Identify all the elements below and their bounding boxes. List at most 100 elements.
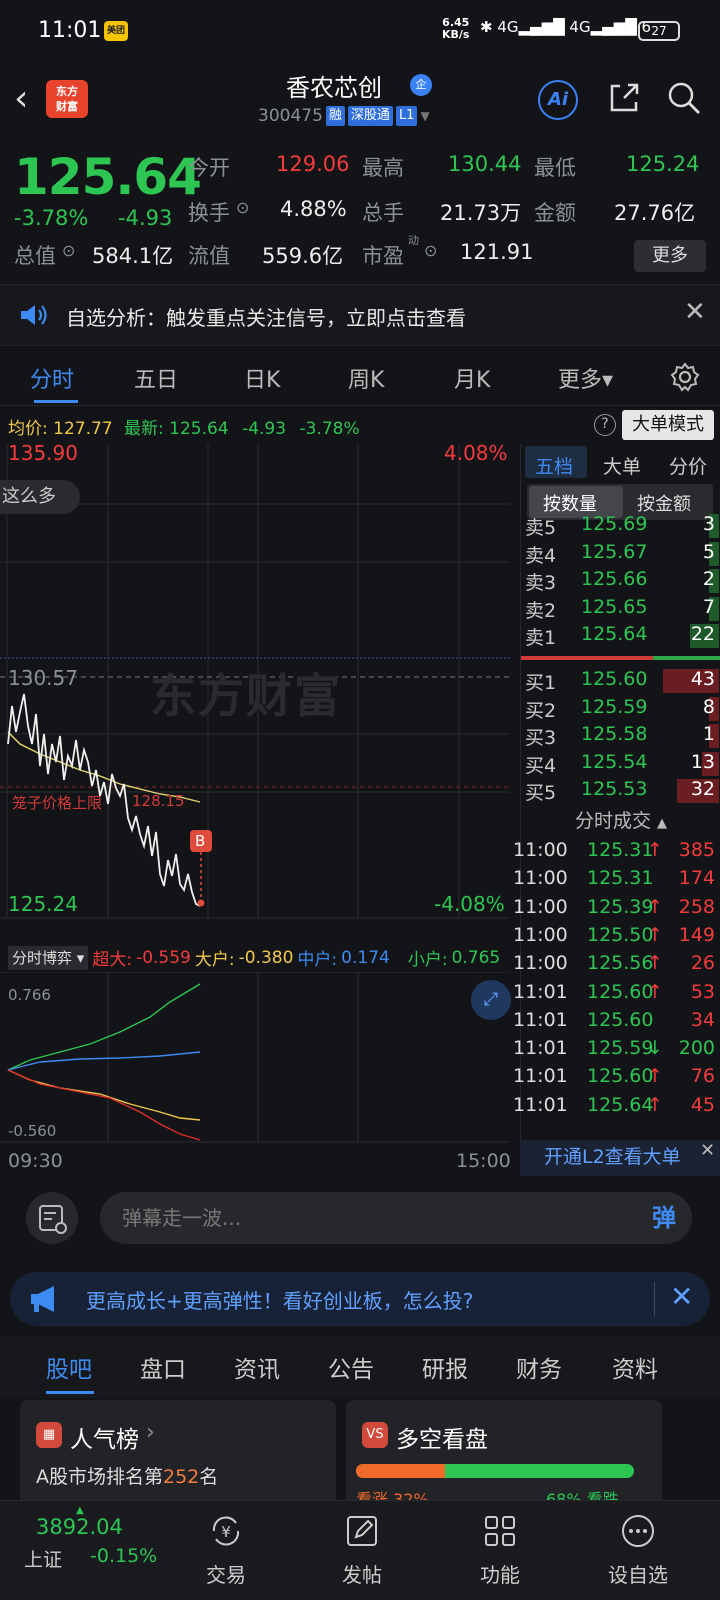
back-icon[interactable]: ‹: [14, 78, 28, 119]
tab-five-levels[interactable]: 五档: [535, 452, 573, 479]
cage-limit-value: 128.15: [132, 792, 185, 810]
index-quote[interactable]: ▲ 3892.04 上证 -0.15%: [0, 1501, 157, 1600]
barrage-chip[interactable]: 这么多: [0, 480, 80, 514]
tab-forum[interactable]: 股吧: [46, 1350, 92, 1384]
info-icon[interactable]: ⊙: [62, 241, 75, 260]
bid-level-row[interactable]: 买2 125.59 8: [521, 696, 720, 723]
trade-price: 125.59: [587, 1037, 654, 1060]
ask-level-label: 卖2: [525, 599, 557, 622]
nav-functions[interactable]: 功能: [428, 1501, 572, 1600]
help-icon[interactable]: ?: [594, 414, 616, 436]
popularity-card[interactable]: ▦ 人气榜 › A股市场排名第252名: [20, 1400, 336, 1510]
notice-bar[interactable]: 自选分析：触发重点关注信号，立即点击查看 ✕: [0, 284, 720, 346]
market-cap-value: 584.1亿: [92, 244, 174, 268]
tab-five-day[interactable]: 五日: [134, 362, 178, 394]
latest-value: 125.64: [169, 419, 229, 439]
tab-monthly-k[interactable]: 月K: [454, 362, 490, 394]
ask-level-row[interactable]: 卖5 125.69 3: [521, 513, 720, 540]
tab-level[interactable]: 盘口: [140, 1350, 186, 1384]
trade-price: 125.39: [587, 895, 654, 918]
market-cap-label[interactable]: 总值: [14, 240, 56, 270]
popularity-sub-suffix: 名: [199, 1466, 219, 1488]
barrage-bar: 弹幕走一波... 弹: [0, 1176, 720, 1266]
ai-button[interactable]: Ai: [538, 80, 578, 120]
trades-title-text: 分时成交: [574, 810, 651, 832]
bid-level-row[interactable]: 买1 125.60 43: [521, 668, 720, 695]
ask-level-price: 125.65: [581, 595, 648, 618]
barrage-input[interactable]: 弹幕走一波...: [100, 1192, 692, 1244]
stock-code-row[interactable]: 300475 融 深股通 L1 ▼: [258, 106, 430, 126]
tab-intraday[interactable]: 分时: [30, 362, 74, 394]
trade-direction: ↑: [647, 980, 663, 1003]
brand-logo: 东方 财富: [46, 80, 88, 118]
tab-research[interactable]: 研报: [422, 1350, 468, 1384]
share-icon[interactable]: [606, 80, 642, 116]
ask-level-volume: 22: [690, 623, 715, 645]
trade-time: 11:01: [513, 1065, 568, 1088]
nav-post[interactable]: 发帖: [290, 1501, 434, 1600]
open-label: 今开: [188, 156, 230, 180]
ask-level-row[interactable]: 卖1 125.64 22: [521, 623, 720, 650]
bid-level-label: 买1: [525, 672, 557, 694]
megaphone-icon: [31, 1286, 54, 1312]
pe-label[interactable]: 市盈: [362, 240, 404, 270]
ask-level-volume: 2: [702, 568, 715, 590]
bid-level-row[interactable]: 买5 125.53 32: [521, 778, 720, 805]
tab-weekly-k[interactable]: 周K: [348, 362, 384, 394]
trade-direction: ↓: [647, 1037, 663, 1060]
promo-banner[interactable]: 更高成长+更高弹性！看好创业板，怎么投? ✕: [10, 1272, 710, 1326]
trade-volume: 26: [690, 952, 715, 975]
ask-level-row[interactable]: 卖3 125.66 2: [521, 568, 720, 595]
nav-add-watchlist[interactable]: 设自选: [566, 1501, 710, 1600]
bid-level-row[interactable]: 买3 125.58 1: [521, 723, 720, 750]
nav-add-watchlist-label: 设自选: [608, 1563, 668, 1587]
nav-trade[interactable]: ¥ 交易: [154, 1501, 298, 1600]
large-value: -0.380: [238, 947, 294, 968]
versus-icon: VS: [362, 1422, 388, 1448]
ask-level-row[interactable]: 卖2 125.65 7: [521, 596, 720, 623]
info-icon[interactable]: ⊙: [424, 241, 437, 260]
close-icon[interactable]: ✕: [684, 297, 706, 327]
tab-financials[interactable]: 财务: [516, 1350, 562, 1384]
bid-level-row[interactable]: 买4 125.54 13: [521, 751, 720, 778]
expand-icon[interactable]: ⤢: [471, 980, 511, 1020]
chart-bottom-price: 125.24: [8, 892, 78, 916]
tab-news[interactable]: 资讯: [234, 1350, 280, 1384]
bull-bear-card[interactable]: VS 多空看盘 看涨 32% 68% 看跌: [346, 1400, 662, 1510]
close-icon[interactable]: ✕: [700, 1140, 715, 1161]
tab-daily-k[interactable]: 日K: [244, 362, 280, 394]
search-icon[interactable]: [666, 80, 702, 116]
trade-price: 125.60: [587, 1065, 654, 1088]
barrage-send-button[interactable]: 弹: [636, 1192, 692, 1244]
bid-level-label: 买5: [525, 782, 557, 804]
trades-title[interactable]: 分时成交 ▲: [521, 806, 720, 833]
tab-price-distribution[interactable]: 分价: [669, 452, 707, 479]
tab-big-orders[interactable]: 大单: [603, 452, 641, 479]
info-icon[interactable]: ⊙: [236, 198, 249, 217]
gear-icon[interactable]: [670, 362, 700, 392]
trade-row: 11:00 125.31 ↑ 385: [513, 839, 720, 867]
tab-profile[interactable]: 资料: [612, 1350, 658, 1384]
flow-selector[interactable]: 分时博弈 ▾: [8, 945, 89, 970]
l2-upgrade-banner[interactable]: 开通L2查看大单: [520, 1140, 720, 1176]
close-icon[interactable]: ✕: [670, 1280, 693, 1313]
more-button[interactable]: 更多: [634, 240, 706, 272]
super-label: 超大:: [92, 950, 133, 970]
ask-level-label: 卖5: [525, 517, 557, 539]
tab-announcements[interactable]: 公告: [328, 1350, 374, 1384]
bottom-nav: ▲ 3892.04 上证 -0.15% ¥ 交易 发帖 功能 设自选: [0, 1500, 720, 1600]
flow-selector-label: 分时博弈: [12, 948, 73, 967]
trade-price: 125.60: [587, 1008, 654, 1031]
turnover-label[interactable]: 换手: [188, 197, 230, 227]
index-value: 3892.04: [36, 1515, 123, 1539]
flow-chart: [0, 972, 510, 1143]
buy-marker[interactable]: B: [195, 832, 205, 850]
big-order-mode-button[interactable]: 大单模式: [622, 410, 714, 440]
tab-more[interactable]: 更多▾: [558, 362, 613, 394]
enterprise-icon: 企: [410, 74, 432, 96]
network-speed-unit: KB/s: [442, 28, 470, 41]
bid-level-label: 买4: [525, 754, 557, 777]
ask-level-row[interactable]: 卖4 125.67 5: [521, 541, 720, 568]
barrage-settings-icon[interactable]: [26, 1192, 78, 1244]
small-value: 0.765: [451, 947, 501, 968]
